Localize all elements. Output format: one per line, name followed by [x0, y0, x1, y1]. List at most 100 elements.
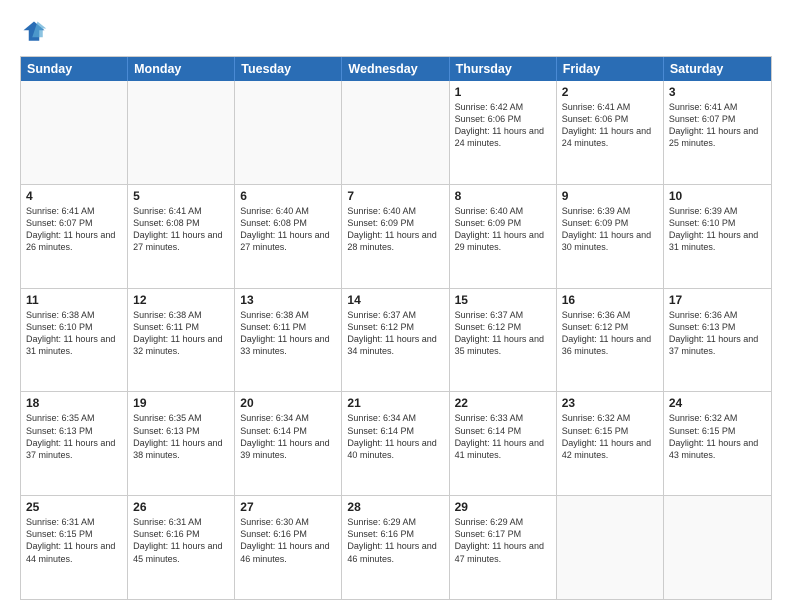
- day-number: 3: [669, 85, 766, 99]
- day-info: Sunrise: 6:40 AM Sunset: 6:09 PM Dayligh…: [455, 205, 551, 254]
- day-number: 8: [455, 189, 551, 203]
- day-number: 12: [133, 293, 229, 307]
- day-number: 2: [562, 85, 658, 99]
- calendar-cell: 20Sunrise: 6:34 AM Sunset: 6:14 PM Dayli…: [235, 392, 342, 495]
- day-info: Sunrise: 6:32 AM Sunset: 6:15 PM Dayligh…: [669, 412, 766, 461]
- day-info: Sunrise: 6:35 AM Sunset: 6:13 PM Dayligh…: [133, 412, 229, 461]
- day-info: Sunrise: 6:42 AM Sunset: 6:06 PM Dayligh…: [455, 101, 551, 150]
- day-info: Sunrise: 6:40 AM Sunset: 6:08 PM Dayligh…: [240, 205, 336, 254]
- calendar-cell: [128, 81, 235, 184]
- calendar-cell: 11Sunrise: 6:38 AM Sunset: 6:10 PM Dayli…: [21, 289, 128, 392]
- day-info: Sunrise: 6:37 AM Sunset: 6:12 PM Dayligh…: [347, 309, 443, 358]
- day-info: Sunrise: 6:29 AM Sunset: 6:17 PM Dayligh…: [455, 516, 551, 565]
- calendar-cell: 22 Sunrise: 6:33 AM Sunset: 6:14 PM Dayli…: [450, 392, 557, 495]
- calendar-cell: 23 Sunrise: 6:32 AM Sunset: 6:15 PM Dayli…: [557, 392, 664, 495]
- day-info: Sunrise: 6:38 AM Sunset: 6:11 PM Dayligh…: [240, 309, 336, 358]
- calendar-cell: 6 Sunrise: 6:40 AM Sunset: 6:08 PM Daylig…: [235, 185, 342, 288]
- day-number: 10: [669, 189, 766, 203]
- calendar-cell: [664, 496, 771, 599]
- calendar-cell: 24 Sunrise: 6:32 AM Sunset: 6:15 PM Dayli…: [664, 392, 771, 495]
- day-info: Sunrise: 6:41 AM Sunset: 6:07 PM Dayligh…: [669, 101, 766, 150]
- day-number: 5: [133, 189, 229, 203]
- calendar-cell: 1 Sunrise: 6:42 AM Sunset: 6:06 PM Daylig…: [450, 81, 557, 184]
- calendar: SundayMondayTuesdayWednesdayThursdayFrid…: [20, 56, 772, 600]
- day-number: 14: [347, 293, 443, 307]
- calendar-cell: 15 Sunrise: 6:37 AM Sunset: 6:12 PM Dayli…: [450, 289, 557, 392]
- day-info: Sunrise: 6:34 AM Sunset: 6:14 PM Dayligh…: [240, 412, 336, 461]
- day-info: Sunrise: 6:36 AM Sunset: 6:12 PM Dayligh…: [562, 309, 658, 358]
- day-number: 13: [240, 293, 336, 307]
- calendar-cell: [342, 81, 449, 184]
- day-info: Sunrise: 6:38 AM Sunset: 6:10 PM Dayligh…: [26, 309, 122, 358]
- calendar-cell: 18 Sunrise: 6:35 AM Sunset: 6:13 PM Dayli…: [21, 392, 128, 495]
- calendar-cell: 28 Sunrise: 6:29 AM Sunset: 6:16 PM Dayli…: [342, 496, 449, 599]
- calendar-cell: 10 Sunrise: 6:39 AM Sunset: 6:10 PM Dayli…: [664, 185, 771, 288]
- day-info: Sunrise: 6:29 AM Sunset: 6:16 PM Dayligh…: [347, 516, 443, 565]
- calendar-cell: [235, 81, 342, 184]
- calendar-cell: 25 Sunrise: 6:31 AM Sunset: 6:15 PM Dayli…: [21, 496, 128, 599]
- day-number: 19: [133, 396, 229, 410]
- logo-icon: [20, 18, 48, 46]
- calendar-cell: 8 Sunrise: 6:40 AM Sunset: 6:09 PM Daylig…: [450, 185, 557, 288]
- calendar-cell: 14 Sunrise: 6:37 AM Sunset: 6:12 PM Dayli…: [342, 289, 449, 392]
- day-number: 15: [455, 293, 551, 307]
- day-info: Sunrise: 6:41 AM Sunset: 6:07 PM Dayligh…: [26, 205, 122, 254]
- calendar-cell: 29Sunrise: 6:29 AM Sunset: 6:17 PM Dayli…: [450, 496, 557, 599]
- day-number: 16: [562, 293, 658, 307]
- calendar-cell: 4 Sunrise: 6:41 AM Sunset: 6:07 PM Daylig…: [21, 185, 128, 288]
- day-number: 9: [562, 189, 658, 203]
- day-info: Sunrise: 6:41 AM Sunset: 6:08 PM Dayligh…: [133, 205, 229, 254]
- calendar-cell: 9Sunrise: 6:39 AM Sunset: 6:09 PM Daylig…: [557, 185, 664, 288]
- calendar-cell: 2 Sunrise: 6:41 AM Sunset: 6:06 PM Daylig…: [557, 81, 664, 184]
- header-cell-wednesday: Wednesday: [342, 57, 449, 81]
- header-cell-saturday: Saturday: [664, 57, 771, 81]
- day-info: Sunrise: 6:39 AM Sunset: 6:10 PM Dayligh…: [669, 205, 766, 254]
- calendar-cell: 12Sunrise: 6:38 AM Sunset: 6:11 PM Dayli…: [128, 289, 235, 392]
- day-info: Sunrise: 6:34 AM Sunset: 6:14 PM Dayligh…: [347, 412, 443, 461]
- day-info: Sunrise: 6:33 AM Sunset: 6:14 PM Dayligh…: [455, 412, 551, 461]
- day-number: 21: [347, 396, 443, 410]
- calendar-cell: 26 Sunrise: 6:31 AM Sunset: 6:16 PM Dayli…: [128, 496, 235, 599]
- day-info: Sunrise: 6:35 AM Sunset: 6:13 PM Dayligh…: [26, 412, 122, 461]
- day-number: 25: [26, 500, 122, 514]
- day-info: Sunrise: 6:32 AM Sunset: 6:15 PM Dayligh…: [562, 412, 658, 461]
- day-number: 27: [240, 500, 336, 514]
- calendar-cell: 27 Sunrise: 6:30 AM Sunset: 6:16 PM Dayli…: [235, 496, 342, 599]
- logo: [20, 18, 52, 46]
- calendar-cell: 19 Sunrise: 6:35 AM Sunset: 6:13 PM Dayli…: [128, 392, 235, 495]
- day-number: 18: [26, 396, 122, 410]
- header-cell-sunday: Sunday: [21, 57, 128, 81]
- day-number: 24: [669, 396, 766, 410]
- header-cell-tuesday: Tuesday: [235, 57, 342, 81]
- day-info: Sunrise: 6:31 AM Sunset: 6:16 PM Dayligh…: [133, 516, 229, 565]
- day-number: 26: [133, 500, 229, 514]
- header-cell-monday: Monday: [128, 57, 235, 81]
- day-number: 17: [669, 293, 766, 307]
- day-number: 22: [455, 396, 551, 410]
- day-number: 6: [240, 189, 336, 203]
- day-number: 1: [455, 85, 551, 99]
- calendar-row-2: 11Sunrise: 6:38 AM Sunset: 6:10 PM Dayli…: [21, 289, 771, 393]
- day-number: 4: [26, 189, 122, 203]
- day-info: Sunrise: 6:30 AM Sunset: 6:16 PM Dayligh…: [240, 516, 336, 565]
- header: [20, 18, 772, 46]
- day-info: Sunrise: 6:31 AM Sunset: 6:15 PM Dayligh…: [26, 516, 122, 565]
- calendar-header-row: SundayMondayTuesdayWednesdayThursdayFrid…: [21, 57, 771, 81]
- calendar-cell: 16 Sunrise: 6:36 AM Sunset: 6:12 PM Dayli…: [557, 289, 664, 392]
- header-cell-thursday: Thursday: [450, 57, 557, 81]
- day-number: 28: [347, 500, 443, 514]
- calendar-cell: [21, 81, 128, 184]
- day-number: 23: [562, 396, 658, 410]
- day-info: Sunrise: 6:41 AM Sunset: 6:06 PM Dayligh…: [562, 101, 658, 150]
- calendar-cell: 13 Sunrise: 6:38 AM Sunset: 6:11 PM Dayli…: [235, 289, 342, 392]
- calendar-row-0: 1 Sunrise: 6:42 AM Sunset: 6:06 PM Daylig…: [21, 81, 771, 185]
- calendar-cell: 7 Sunrise: 6:40 AM Sunset: 6:09 PM Daylig…: [342, 185, 449, 288]
- day-number: 7: [347, 189, 443, 203]
- calendar-row-4: 25 Sunrise: 6:31 AM Sunset: 6:15 PM Dayli…: [21, 496, 771, 599]
- calendar-cell: 5 Sunrise: 6:41 AM Sunset: 6:08 PM Daylig…: [128, 185, 235, 288]
- calendar-row-1: 4 Sunrise: 6:41 AM Sunset: 6:07 PM Daylig…: [21, 185, 771, 289]
- header-cell-friday: Friday: [557, 57, 664, 81]
- calendar-cell: 21 Sunrise: 6:34 AM Sunset: 6:14 PM Dayli…: [342, 392, 449, 495]
- day-info: Sunrise: 6:37 AM Sunset: 6:12 PM Dayligh…: [455, 309, 551, 358]
- day-info: Sunrise: 6:40 AM Sunset: 6:09 PM Dayligh…: [347, 205, 443, 254]
